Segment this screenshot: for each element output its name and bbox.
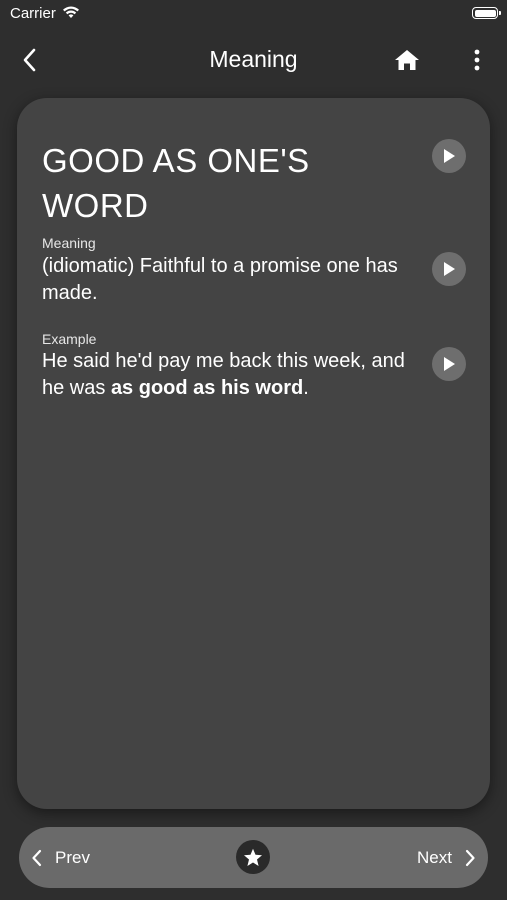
meaning-text: (idiomatic) Faithful to a promise one ha… [42, 255, 398, 304]
more-vertical-icon [474, 49, 480, 71]
play-meaning-button[interactable] [432, 252, 466, 286]
play-example-button[interactable] [432, 347, 466, 381]
battery-icon [472, 7, 501, 19]
play-icon [444, 262, 455, 276]
chevron-right-icon [465, 849, 475, 866]
play-icon [444, 357, 455, 371]
star-icon [244, 848, 262, 866]
prev-button[interactable]: Prev [31, 827, 90, 888]
chevron-left-icon [32, 849, 42, 866]
example-highlight: as good as his word [110, 377, 304, 399]
idiom-word: GOOD AS ONE'S WORD [42, 142, 310, 224]
example-text: He said he'd pay me back this week, and … [42, 348, 427, 402]
wifi-icon [62, 5, 80, 24]
more-options-button[interactable] [463, 44, 491, 76]
home-button[interactable] [390, 44, 424, 76]
page-title: Meaning [209, 46, 298, 72]
example-text-end: . [303, 377, 309, 399]
play-word-button[interactable] [432, 139, 466, 173]
play-icon [444, 149, 455, 163]
next-button[interactable]: Next [417, 827, 476, 888]
status-bar: Carrier [0, 0, 507, 30]
prev-label: Prev [55, 847, 90, 867]
navigation-bar: Meaning [0, 36, 507, 84]
home-icon [395, 50, 419, 70]
example-label: Example [42, 331, 97, 347]
carrier-label: Carrier [10, 5, 56, 22]
meaning-label: Meaning [42, 235, 96, 251]
next-label: Next [417, 847, 452, 867]
meaning-card: GOOD AS ONE'S WORD Meaning (idiomatic) F… [17, 98, 490, 809]
favorite-button[interactable] [236, 840, 270, 874]
bottom-navigation-bar: Prev Next [19, 827, 488, 888]
